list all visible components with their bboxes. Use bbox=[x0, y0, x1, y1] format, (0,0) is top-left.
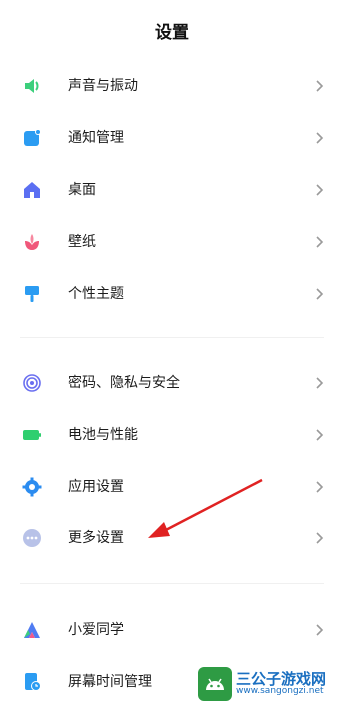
section-divider bbox=[20, 583, 324, 584]
settings-item-label: 应用设置 bbox=[68, 479, 124, 495]
watermark-title: 三公子游戏网 bbox=[236, 669, 327, 688]
settings-item-label: 屏幕时间管理 bbox=[68, 674, 152, 690]
page-title: 设置 bbox=[155, 23, 189, 43]
settings-item-xiaoai[interactable]: 小爱同学 bbox=[0, 608, 344, 652]
chevron-right-icon bbox=[316, 377, 324, 389]
fingerprint-icon bbox=[22, 373, 42, 393]
settings-item-label: 电池与性能 bbox=[68, 427, 138, 443]
settings-item-label: 小爱同学 bbox=[68, 622, 124, 638]
settings-item-label: 密码、隐私与安全 bbox=[68, 375, 180, 391]
notification-icon bbox=[22, 128, 42, 148]
chevron-right-icon bbox=[316, 429, 324, 441]
settings-item-sound[interactable]: 声音与振动 bbox=[0, 64, 344, 108]
more-dots-icon bbox=[22, 528, 42, 548]
chevron-right-icon bbox=[316, 481, 324, 493]
chevron-right-icon bbox=[316, 624, 324, 636]
home-icon bbox=[22, 180, 42, 200]
speaker-icon bbox=[22, 76, 42, 96]
battery-icon bbox=[22, 425, 42, 445]
watermark: 三公子游戏网 www.sangongzi.net bbox=[198, 665, 338, 703]
watermark-url: www.sangongzi.net bbox=[236, 686, 324, 697]
chevron-right-icon bbox=[316, 236, 324, 248]
settings-item-label: 声音与振动 bbox=[68, 78, 138, 94]
settings-item-label: 通知管理 bbox=[68, 130, 124, 146]
settings-item-label: 壁纸 bbox=[68, 234, 96, 250]
chevron-right-icon bbox=[316, 288, 324, 300]
settings-item-themes[interactable]: 个性主题 bbox=[0, 272, 344, 316]
gear-icon bbox=[22, 477, 42, 497]
chevron-right-icon bbox=[316, 80, 324, 92]
screen-time-icon bbox=[22, 672, 42, 692]
chevron-right-icon bbox=[316, 184, 324, 196]
chevron-right-icon bbox=[316, 132, 324, 144]
xiaoai-icon bbox=[22, 620, 42, 640]
settings-item-battery[interactable]: 电池与性能 bbox=[0, 413, 344, 457]
chevron-right-icon bbox=[316, 532, 324, 544]
flower-icon bbox=[22, 232, 42, 252]
android-logo-icon bbox=[198, 667, 232, 701]
settings-item-label: 更多设置 bbox=[68, 530, 124, 546]
settings-item-label: 个性主题 bbox=[68, 286, 124, 302]
annotation-arrow bbox=[148, 478, 263, 538]
settings-item-desktop[interactable]: 桌面 bbox=[0, 168, 344, 212]
settings-item-label: 桌面 bbox=[68, 182, 96, 198]
brush-icon bbox=[22, 284, 42, 304]
settings-item-privacy[interactable]: 密码、隐私与安全 bbox=[0, 361, 344, 405]
section-divider bbox=[20, 337, 324, 338]
settings-item-wallpaper[interactable]: 壁纸 bbox=[0, 220, 344, 264]
settings-item-notifications[interactable]: 通知管理 bbox=[0, 116, 344, 160]
